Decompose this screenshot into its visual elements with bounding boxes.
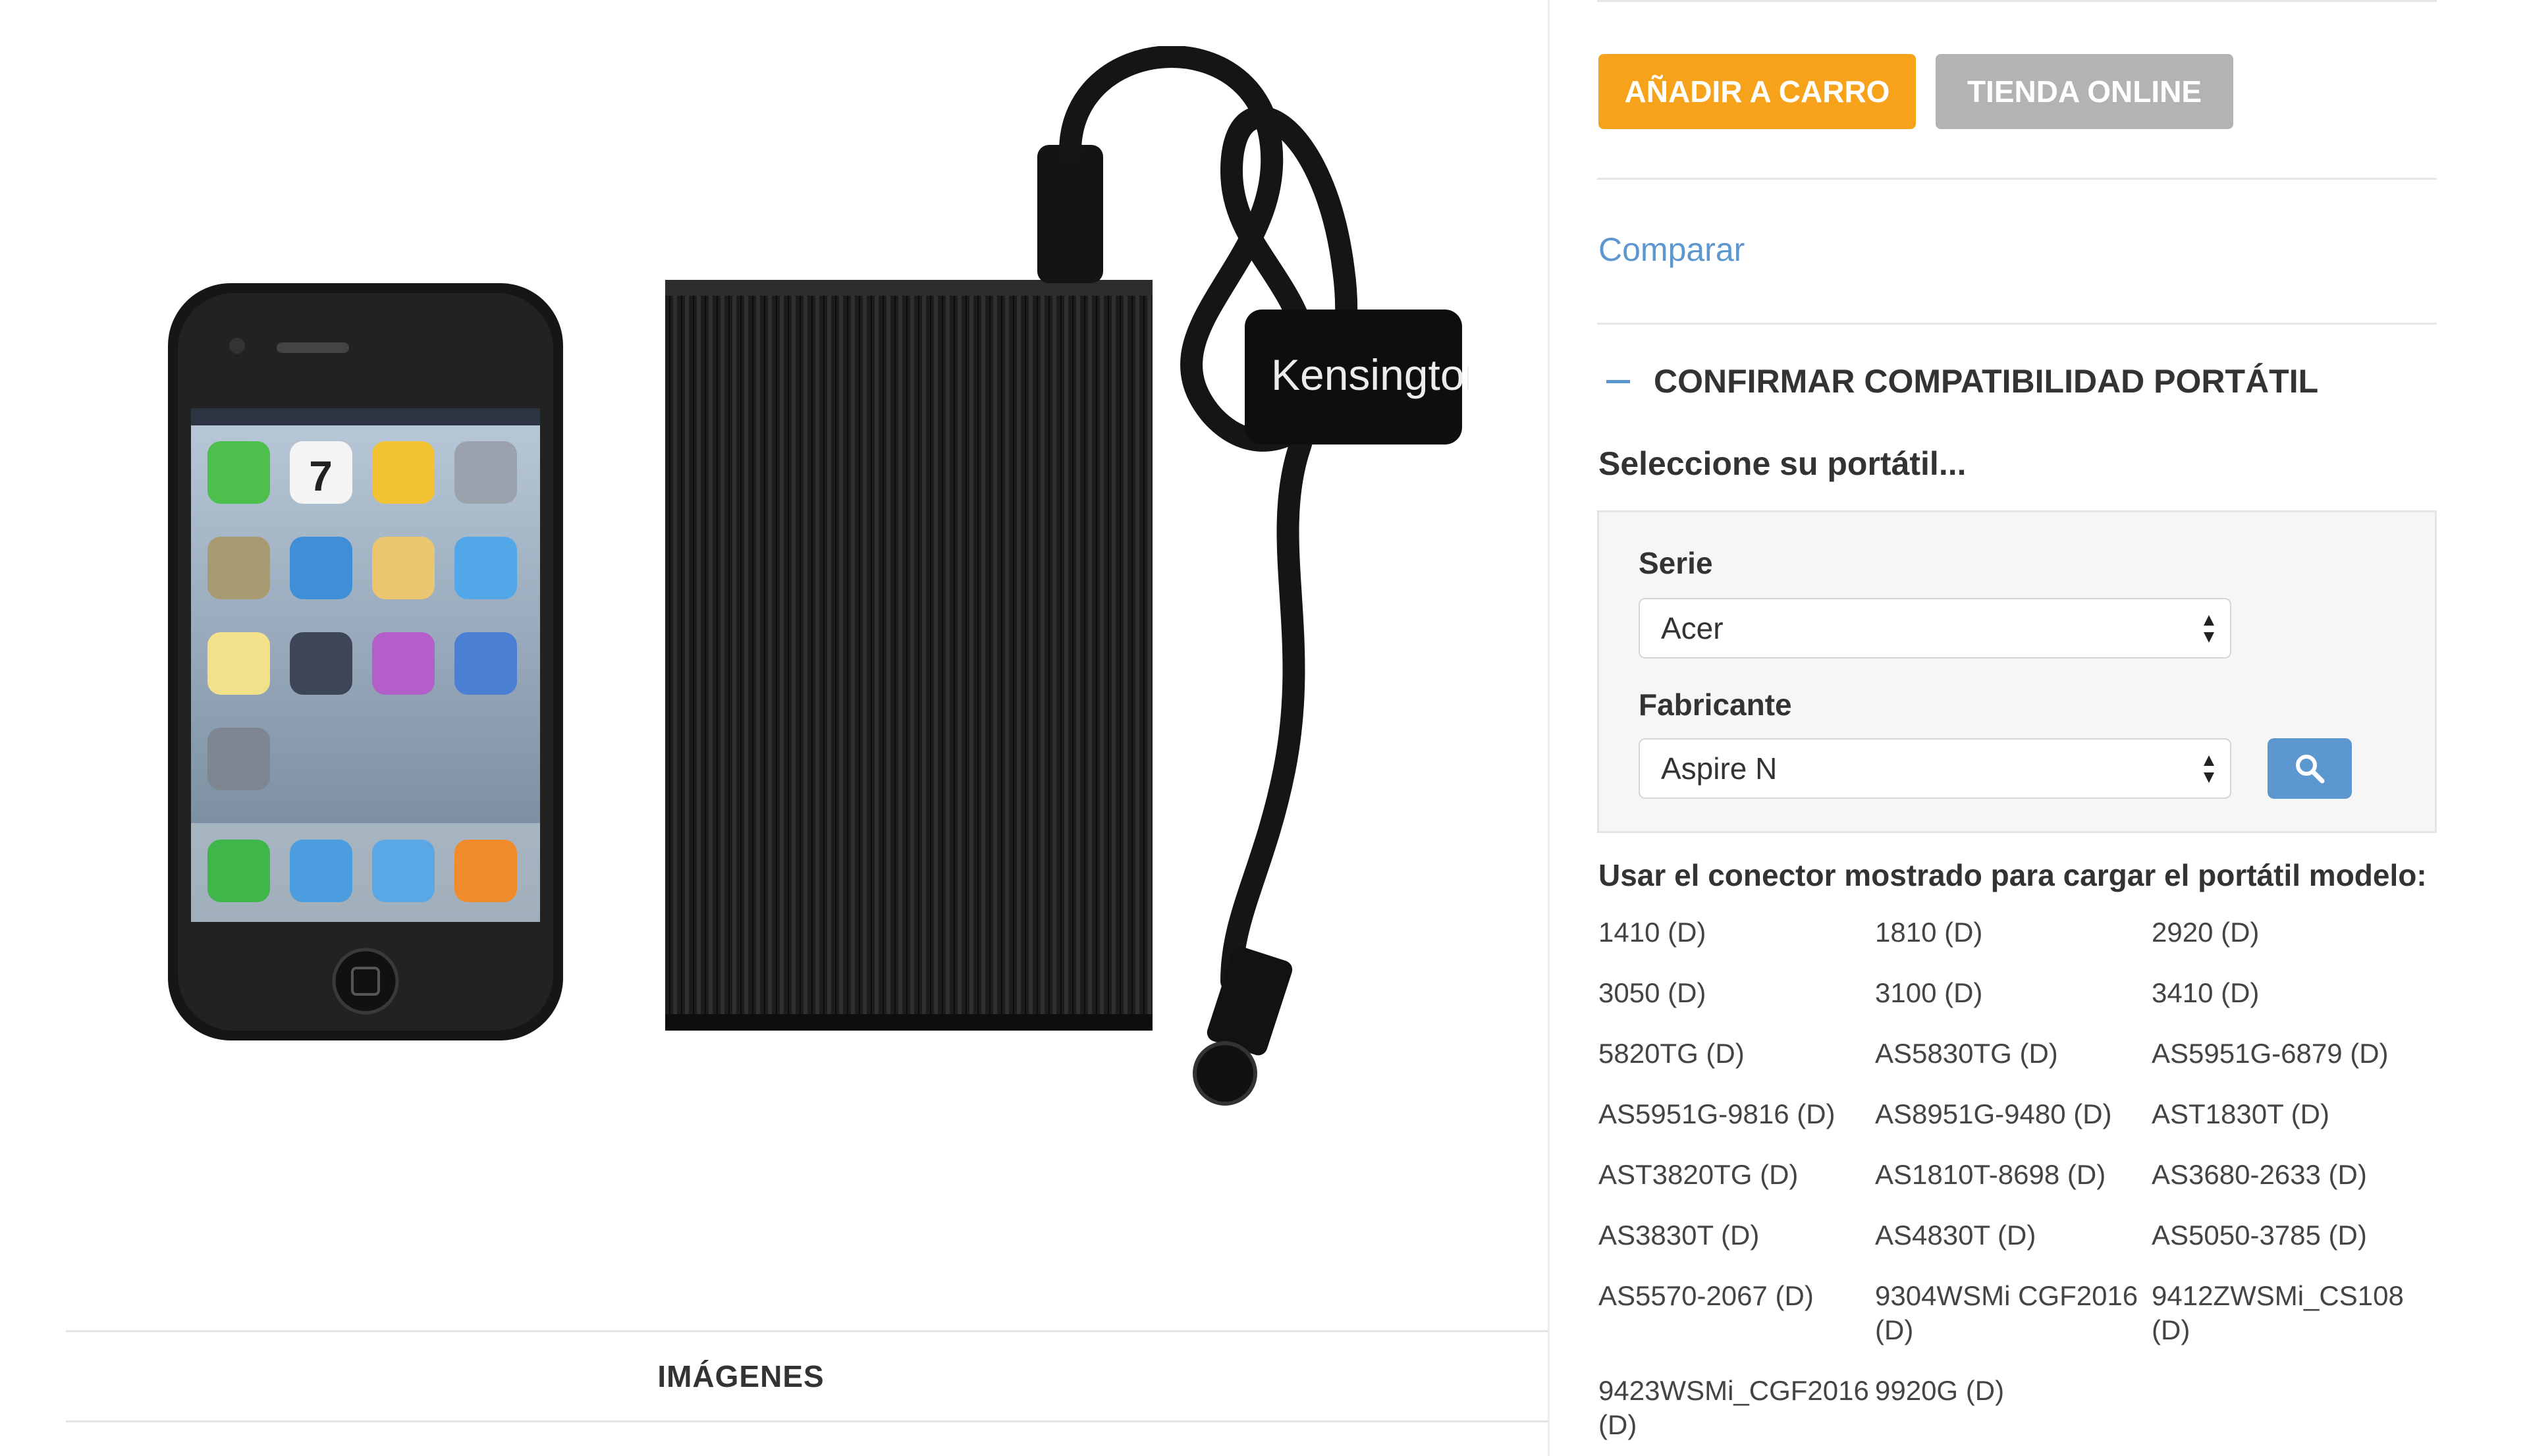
- model-item[interactable]: 3410 (D): [2152, 976, 2428, 1010]
- select-arrows-icon: [2204, 755, 2214, 783]
- model-item[interactable]: AS5050-3785 (D): [2152, 1218, 2428, 1253]
- laptop-filter-box: Serie Acer Fabricante Aspire N: [1597, 510, 2437, 833]
- search-button[interactable]: [2268, 738, 2352, 799]
- search-icon: [2296, 755, 2325, 784]
- model-item[interactable]: 3050 (D): [1598, 976, 1875, 1010]
- model-item[interactable]: 1810 (D): [1875, 915, 2152, 950]
- model-item[interactable]: 9412ZWSMi_CS108 (D): [2152, 1279, 2428, 1347]
- model-item[interactable]: AS5570-2067 (D): [1598, 1279, 1875, 1347]
- manufacturer-label: Fabricante: [1639, 688, 1792, 722]
- divider-compare: [1597, 323, 2437, 325]
- manufacturer-value: Aspire N: [1661, 751, 1778, 786]
- model-item[interactable]: AS5951G-9816 (D): [1598, 1097, 1875, 1131]
- product-panel: AÑADIR A CARRO TIENDA ONLINE Comparar CO…: [1597, 0, 2447, 1456]
- series-select[interactable]: Acer: [1639, 598, 2231, 659]
- collapse-icon: [1606, 379, 1630, 383]
- column-divider: [1548, 0, 1550, 1456]
- series-value: Acer: [1661, 611, 1724, 645]
- page: 7 Kensington IMÁGENES AÑADIR A CARRO TIE…: [0, 0, 2529, 1456]
- strap-illustration: Kensington: [1245, 310, 1469, 445]
- model-item[interactable]: AST3820TG (D): [1598, 1158, 1875, 1192]
- series-label: Serie: [1639, 546, 1713, 580]
- model-item[interactable]: 1410 (D): [1598, 915, 1875, 950]
- select-laptop-title: Seleccione su portátil...: [1598, 445, 1967, 482]
- product-gallery: 7 Kensington IMÁGENES: [0, 0, 1548, 1456]
- model-item[interactable]: 9304WSMi CGF2016 (D): [1875, 1279, 2152, 1347]
- strap-brand-text: Kensington: [1271, 350, 1469, 399]
- tab-images[interactable]: IMÁGENES: [657, 1359, 824, 1394]
- connector-usage-text: Usar el conector mostrado para cargar el…: [1598, 858, 2427, 892]
- divider-top: [1597, 0, 2437, 2]
- model-item[interactable]: AS3680-2633 (D): [2152, 1158, 2428, 1192]
- model-item[interactable]: 2920 (D): [2152, 915, 2428, 950]
- phone-illustration: 7: [168, 283, 563, 1040]
- model-item[interactable]: 9920G (D): [1875, 1374, 2152, 1442]
- product-image: 7 Kensington: [168, 46, 1469, 1106]
- select-arrows-icon: [2204, 615, 2214, 643]
- model-item[interactable]: 5820TG (D): [1598, 1037, 1875, 1071]
- compatible-models-list: 1410 (D) 1810 (D) 2920 (D) 3050 (D) 3100…: [1598, 915, 2438, 1442]
- manufacturer-select[interactable]: Aspire N: [1639, 738, 2231, 799]
- model-item[interactable]: 3100 (D): [1875, 976, 2152, 1010]
- compatibility-title: CONFIRMAR COMPATIBILIDAD PORTÁTIL: [1654, 363, 2319, 400]
- model-item[interactable]: AS1810T-8698 (D): [1875, 1158, 2152, 1192]
- online-store-button[interactable]: TIENDA ONLINE: [1936, 54, 2233, 129]
- compare-link[interactable]: Comparar: [1598, 230, 1745, 269]
- add-to-cart-button[interactable]: AÑADIR A CARRO: [1598, 54, 1916, 129]
- model-item[interactable]: 9423WSMi_CGF2016 (D): [1598, 1374, 1875, 1442]
- model-item[interactable]: AS3830T (D): [1598, 1218, 1875, 1253]
- model-item[interactable]: AS8951G-9480 (D): [1875, 1097, 2152, 1131]
- model-item[interactable]: AS5951G-6879 (D): [2152, 1037, 2428, 1071]
- calendar-day: 7: [309, 452, 333, 500]
- model-item[interactable]: AS4830T (D): [1875, 1218, 2152, 1253]
- compatibility-toggle[interactable]: CONFIRMAR COMPATIBILIDAD PORTÁTIL: [1598, 362, 2318, 400]
- model-item[interactable]: AS5830TG (D): [1875, 1037, 2152, 1071]
- gallery-tabs: IMÁGENES: [66, 1330, 1548, 1422]
- charger-illustration: [665, 280, 1153, 1031]
- divider-actions: [1597, 178, 2437, 180]
- model-item[interactable]: AST1830T (D): [2152, 1097, 2428, 1131]
